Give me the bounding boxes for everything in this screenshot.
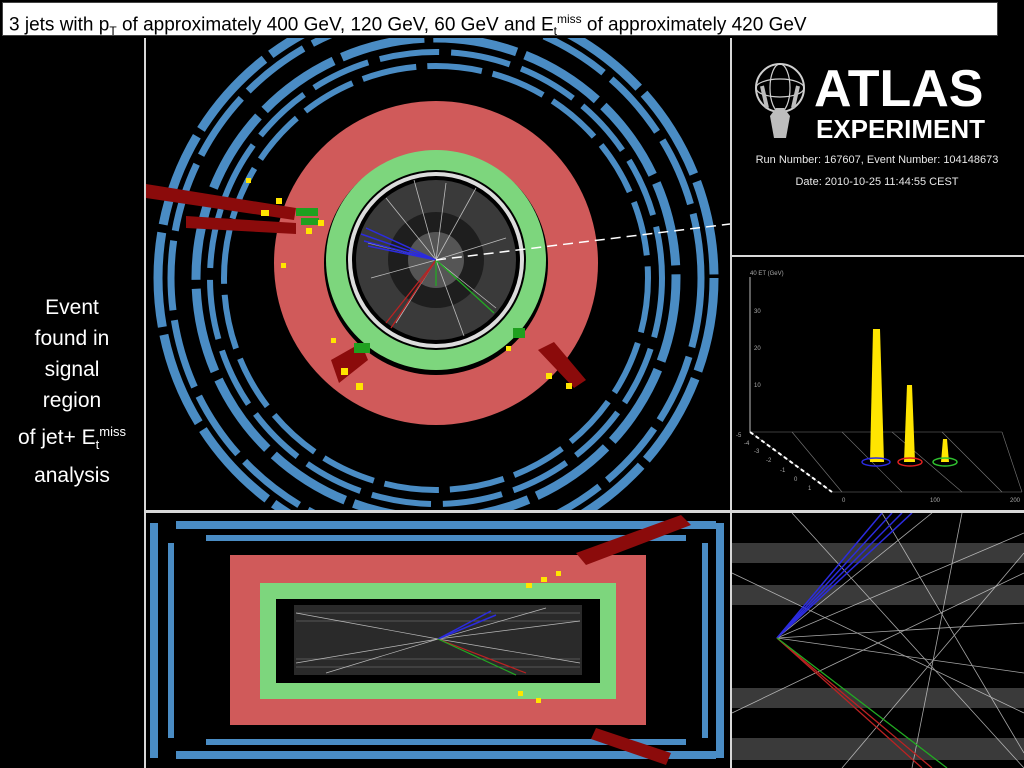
atlas-logo: ATLAS EXPERIMENT bbox=[755, 60, 985, 144]
side-line-5: of jet+ Etmiss bbox=[0, 416, 144, 460]
end-view-display bbox=[146, 38, 730, 510]
caption-text-2: of approximately 400 GeV, 120 GeV, 60 Ge… bbox=[116, 14, 554, 36]
atlas-figure-icon bbox=[755, 63, 805, 138]
svg-text:-2: -2 bbox=[766, 458, 772, 464]
experiment-wordmark: EXPERIMENT bbox=[816, 114, 985, 144]
side-em-calorimeter-bottom bbox=[260, 683, 616, 699]
caption-et-superscript: miss bbox=[556, 12, 582, 26]
svg-text:-3: -3 bbox=[754, 449, 760, 455]
svg-text:0: 0 bbox=[794, 477, 798, 483]
side-line-6: analysis bbox=[34, 464, 110, 488]
caption-pt-subscript: T bbox=[109, 24, 117, 39]
lego-plot-panel: 40 ET (GeV) 30 20 10 -5 -4 -3 -2 -1 0 1 … bbox=[732, 257, 1024, 510]
side-line-5-text: of jet+ E bbox=[18, 426, 96, 449]
caption-text-3: of approximately 420 GeV bbox=[581, 14, 807, 36]
atlas-wordmark: ATLAS bbox=[814, 60, 983, 118]
lego-y-tick-3: 10 bbox=[754, 383, 761, 389]
lego-y-tick-1: 30 bbox=[754, 309, 761, 315]
side-view-display bbox=[150, 515, 724, 765]
lego-eta-axis bbox=[749, 431, 833, 493]
caption-box: 3 jets with pT of approximately 400 GeV,… bbox=[2, 2, 998, 39]
side-view-panel bbox=[146, 513, 730, 768]
event-date-line: Date: 2010-10-25 11:44:55 CEST bbox=[795, 176, 959, 188]
atlas-info-panel: ATLAS EXPERIMENT Run Number: 167607, Eve… bbox=[732, 38, 1024, 255]
svg-text:-1: -1 bbox=[780, 468, 786, 474]
svg-text:-5: -5 bbox=[736, 433, 742, 439]
zoom-tracks-blue bbox=[776, 513, 913, 639]
zoom-detector-layers bbox=[732, 543, 1024, 760]
run-number-line: Run Number: 167607, Event Number: 104148… bbox=[755, 154, 999, 166]
lego-axis-title: 40 ET (GeV) bbox=[750, 271, 784, 277]
caption-text-1: 3 jets with p bbox=[9, 14, 110, 36]
side-line-2: found in bbox=[34, 327, 110, 350]
svg-text:200: 200 bbox=[1010, 498, 1021, 504]
side-em-calorimeter-top bbox=[260, 583, 616, 599]
side-inner-detector bbox=[294, 605, 582, 675]
svg-text:0: 0 bbox=[842, 498, 846, 504]
lego-plot: 40 ET (GeV) 30 20 10 -5 -4 -3 -2 -1 0 1 … bbox=[736, 271, 1023, 504]
lego-eta-ticks: -5 -4 -3 -2 -1 0 1 bbox=[736, 433, 812, 492]
zoom-view-display bbox=[732, 513, 1024, 768]
lego-towers bbox=[870, 329, 949, 462]
lego-phi-ticks: 0 100 200 bbox=[842, 498, 1021, 504]
side-line-5-sub: t bbox=[95, 437, 100, 453]
side-line-1: Event bbox=[45, 296, 99, 319]
lego-y-tick-2: 20 bbox=[754, 346, 761, 352]
lego-tower-2 bbox=[904, 385, 915, 462]
lego-tower-1 bbox=[870, 329, 884, 462]
side-line-3: signal bbox=[44, 358, 100, 381]
zoom-view-panel bbox=[732, 513, 1024, 768]
end-view-panel bbox=[146, 38, 730, 510]
svg-text:-4: -4 bbox=[744, 441, 750, 447]
side-line-5-sup: miss bbox=[99, 424, 126, 439]
svg-text:100: 100 bbox=[930, 498, 941, 504]
caption-et-subscript: t bbox=[553, 24, 557, 39]
side-line-4: region bbox=[42, 389, 102, 412]
svg-text:1: 1 bbox=[808, 486, 812, 492]
side-description: Event found in signal region of jet+ Etm… bbox=[0, 292, 144, 491]
